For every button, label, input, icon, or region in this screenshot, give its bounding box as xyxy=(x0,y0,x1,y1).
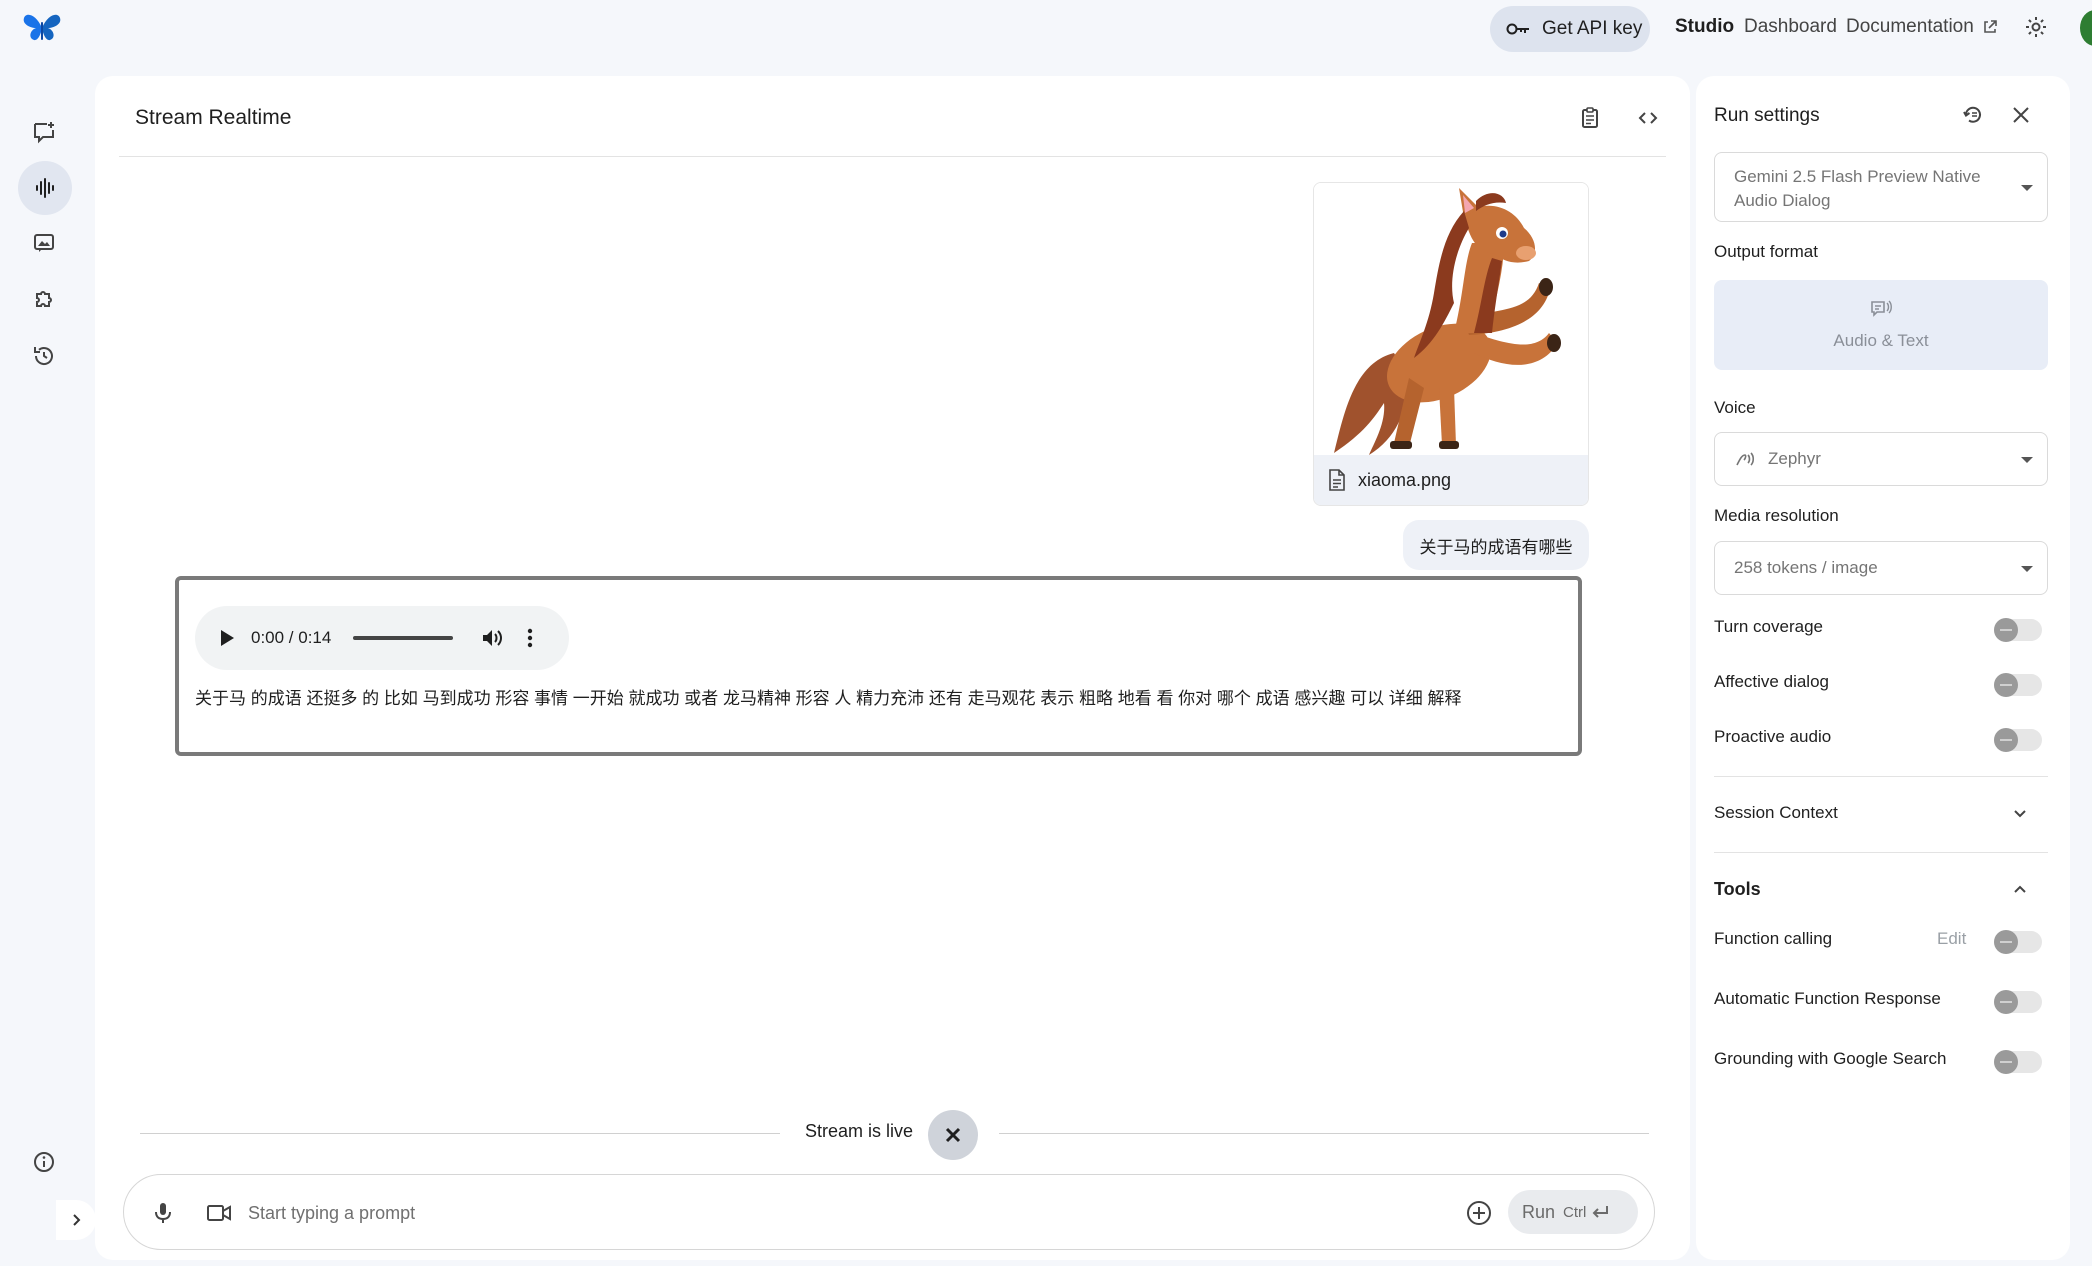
media-resolution-select[interactable]: 258 tokens / image xyxy=(1714,541,2048,595)
attachment-footer: xiaoma.png xyxy=(1314,455,1588,505)
user-avatar[interactable] xyxy=(2080,10,2092,46)
clipboard-icon[interactable] xyxy=(1578,106,1602,130)
dropdown-caret-icon xyxy=(2021,457,2033,463)
voice-wave-icon xyxy=(1734,449,1756,469)
audio-time: 0:00 / 0:14 xyxy=(251,628,332,647)
audio-player: 0:00 / 0:14 xyxy=(195,606,569,670)
settings-gear-icon[interactable] xyxy=(2024,15,2048,39)
play-icon[interactable] xyxy=(219,629,235,647)
run-button[interactable]: Run Ctrl xyxy=(1508,1190,1638,1234)
run-settings-panel: Run settings Gemini 2.5 Flash Preview Na… xyxy=(1696,76,2070,1260)
dropdown-caret-icon xyxy=(2021,566,2033,572)
main-panel: Stream Realtime xiaoma.png 关于马的成语有哪些 0:0… xyxy=(95,76,1690,1260)
get-api-key-button[interactable]: Get API key xyxy=(1490,6,1650,52)
prompt-bar: Run Ctrl xyxy=(123,1174,1655,1250)
affective-dialog-toggle[interactable] xyxy=(1994,673,2042,697)
function-calling-toggle[interactable] xyxy=(1994,930,2042,954)
voice-select[interactable]: Zephyr xyxy=(1714,432,2048,486)
nav-studio[interactable]: Studio xyxy=(1675,16,1734,38)
stream-status-label: Stream is live xyxy=(805,1121,914,1141)
proactive-audio-toggle[interactable] xyxy=(1994,728,2042,752)
function-calling-edit-link[interactable]: Edit xyxy=(1937,929,1966,949)
settings-divider xyxy=(1714,776,2048,777)
run-shortcut-label: Ctrl xyxy=(1563,1203,1587,1221)
attachment-card[interactable]: xiaoma.png xyxy=(1313,182,1589,506)
reset-settings-icon[interactable] xyxy=(1962,104,1984,126)
affective-dialog-label: Affective dialog xyxy=(1714,672,1829,691)
nav-documentation-label: Documentation xyxy=(1846,16,1974,37)
enter-key-icon xyxy=(1590,1204,1610,1220)
header-actions xyxy=(1578,106,1660,130)
attachment-filename: xiaoma.png xyxy=(1358,469,1452,490)
expand-sidebar-button[interactable] xyxy=(56,1200,96,1240)
media-resolution-label: Media resolution xyxy=(1714,506,1839,525)
output-format-value: Audio & Text xyxy=(1833,331,1929,350)
run-settings-title: Run settings xyxy=(1714,105,1820,126)
audio-text-icon xyxy=(1870,299,1892,321)
add-circle-icon[interactable] xyxy=(1466,1200,1492,1226)
stream-waveform-icon[interactable] xyxy=(18,161,72,215)
stop-stream-button[interactable] xyxy=(928,1110,978,1160)
audio-seek-bar[interactable] xyxy=(353,636,454,640)
voice-value: Zephyr xyxy=(1768,449,1821,468)
prompt-input[interactable] xyxy=(248,1193,1448,1233)
volume-icon[interactable] xyxy=(481,627,503,649)
chevron-up-icon[interactable] xyxy=(2012,881,2028,897)
dropdown-caret-icon xyxy=(2021,185,2033,191)
horse-image xyxy=(1314,183,1588,457)
automatic-function-response-label: Automatic Function Response xyxy=(1714,989,1941,1008)
voice-label: Voice xyxy=(1714,398,1756,417)
app-logo-icon[interactable] xyxy=(22,10,62,44)
info-icon[interactable] xyxy=(26,1144,62,1180)
user-message-text: 关于马的成语有哪些 xyxy=(1419,537,1573,557)
nav-dashboard[interactable]: Dashboard xyxy=(1744,16,1837,38)
user-message-bubble: 关于马的成语有哪些 xyxy=(1403,520,1589,570)
chevron-right-icon xyxy=(69,1213,83,1227)
extensions-puzzle-icon[interactable] xyxy=(26,280,62,316)
top-bar: Get API key Studio Dashboard Documentati… xyxy=(0,0,2092,56)
video-camera-icon[interactable] xyxy=(206,1203,232,1223)
settings-divider xyxy=(1714,852,2048,853)
grounding-google-search-toggle[interactable] xyxy=(1994,1050,2042,1074)
history-icon[interactable] xyxy=(26,338,62,374)
chat-prompt-icon[interactable] xyxy=(26,114,62,150)
output-format-label: Output format xyxy=(1714,242,1818,261)
turn-coverage-label: Turn coverage xyxy=(1714,617,1823,636)
grounding-google-search-label: Grounding with Google Search xyxy=(1714,1049,1947,1068)
run-shortcut: Ctrl xyxy=(1563,1204,1610,1221)
tools-section-title[interactable]: Tools xyxy=(1714,879,1761,900)
close-panel-icon[interactable] xyxy=(2012,106,2030,124)
stream-divider-left xyxy=(140,1133,780,1134)
media-resolution-value: 258 tokens / image xyxy=(1734,558,1878,577)
nav-documentation[interactable]: Documentation xyxy=(1846,16,1998,38)
microphone-icon[interactable] xyxy=(154,1201,172,1225)
model-select-value: Gemini 2.5 Flash Preview Native Audio Di… xyxy=(1734,167,1981,210)
run-label: Run xyxy=(1522,1201,1556,1222)
file-document-icon xyxy=(1328,469,1346,491)
get-api-key-label: Get API key xyxy=(1542,18,1643,39)
turn-coverage-toggle[interactable] xyxy=(1994,618,2042,642)
code-icon[interactable] xyxy=(1636,106,1660,130)
key-icon xyxy=(1506,22,1530,36)
response-transcript: 关于马 的成语 还挺多 的 比如 马到成功 形容 事情 一开始 就成功 或者 龙… xyxy=(195,689,1462,708)
output-format-option[interactable]: Audio & Text xyxy=(1714,280,2048,370)
function-calling-label: Function calling xyxy=(1714,929,1833,948)
header-divider xyxy=(119,156,1666,157)
external-link-icon xyxy=(1982,19,1998,35)
image-generation-icon[interactable] xyxy=(26,225,62,261)
stream-divider-right xyxy=(999,1133,1649,1134)
session-context-label[interactable]: Session Context xyxy=(1714,803,1838,823)
proactive-audio-label: Proactive audio xyxy=(1714,727,1832,746)
automatic-function-response-toggle[interactable] xyxy=(1994,990,2042,1014)
more-vertical-icon[interactable] xyxy=(527,628,533,648)
page-title: Stream Realtime xyxy=(135,106,292,129)
close-icon xyxy=(944,1126,962,1144)
model-response: 0:00 / 0:14 关于马 的成语 还挺多 的 比如 马到成功 形容 事情 … xyxy=(175,576,1582,756)
chevron-down-icon[interactable] xyxy=(2012,806,2028,822)
model-select[interactable]: Gemini 2.5 Flash Preview Native Audio Di… xyxy=(1714,152,2048,222)
